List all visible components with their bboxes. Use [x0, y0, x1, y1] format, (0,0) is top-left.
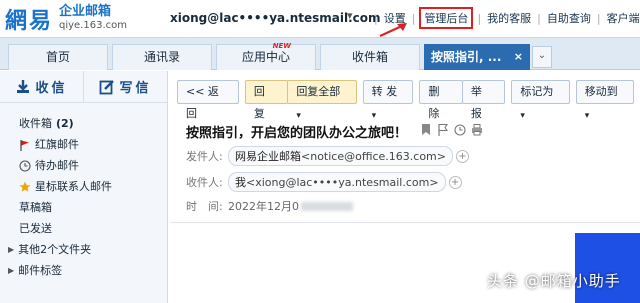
- clock-icon[interactable]: [454, 123, 466, 136]
- top-header: 網易 企业邮箱 qiye.163.com xiong@lac••••ya.nte…: [0, 0, 640, 38]
- reply-all-button[interactable]: 回复全部: [287, 80, 357, 104]
- sidebar: 收信 写信 收件箱 (2) 红旗邮件 待办邮件 星标联系人邮件 草稿箱 已发送 …: [0, 71, 168, 303]
- close-icon[interactable]: ×: [514, 45, 523, 69]
- self-service-link[interactable]: 自助查询: [547, 10, 591, 26]
- move-to-button[interactable]: 移动到: [575, 80, 635, 104]
- client-link[interactable]: 客户端: [607, 10, 640, 26]
- red-arrow-annotation-icon: [379, 23, 407, 37]
- logo-mark: 網易: [5, 8, 54, 34]
- sender-address: <notice@office.163.com>: [301, 150, 446, 163]
- watermark: 头条 @邮箱小助手: [487, 272, 621, 290]
- delete-button[interactable]: 删 除: [419, 80, 463, 120]
- folder-sent[interactable]: 已发送: [0, 218, 167, 239]
- folder-drafts[interactable]: 草稿箱: [0, 197, 167, 218]
- folder-red-flag[interactable]: 红旗邮件: [0, 134, 167, 155]
- sender-label: 发件人:: [186, 150, 223, 163]
- bookmark-icon[interactable]: [420, 123, 432, 136]
- folder-label: 星标联系人邮件: [35, 180, 112, 193]
- sender-row: 发件人: 网易企业邮箱<notice@office.163.com> +: [186, 146, 469, 166]
- sender-chip[interactable]: 网易企业邮箱<notice@office.163.com>: [228, 146, 453, 166]
- tab-current-mail[interactable]: 按照指引, ... ×: [424, 44, 530, 70]
- separator: |: [411, 11, 416, 25]
- subject-actions: [420, 123, 483, 136]
- add-contact-plus-icon[interactable]: +: [455, 149, 469, 163]
- time-label: 时 间:: [186, 200, 223, 213]
- write-mail-label: 写信: [119, 81, 152, 96]
- mark-as-button[interactable]: 标记为: [511, 80, 570, 104]
- folder-label: 邮件标签: [18, 264, 63, 277]
- red-flag-icon: [20, 139, 29, 151]
- receive-mail-label: 收信: [35, 81, 68, 96]
- tab-bar: 首页 通讯录 应用中心 NEW 收件箱 按照指引, ... × ⌄: [0, 38, 640, 70]
- write-mail-button[interactable]: 写信: [83, 71, 167, 102]
- logo-title: 企业邮箱: [59, 4, 112, 19]
- expand-triangle-icon[interactable]: ▶: [8, 260, 14, 281]
- compose-row: 收信 写信: [0, 71, 167, 103]
- folder-label: 待办邮件: [35, 159, 79, 172]
- flag-icon[interactable]: [437, 123, 449, 136]
- separator: |: [537, 11, 541, 25]
- folder-label: 收件箱: [19, 117, 52, 130]
- pencil-icon: [100, 79, 115, 94]
- expand-triangle-icon[interactable]: ▶: [8, 239, 14, 260]
- tab-label: 首页: [45, 50, 70, 64]
- tab-app-center[interactable]: 应用中心 NEW: [216, 42, 316, 70]
- customer-service-link[interactable]: 我的客服: [487, 10, 531, 26]
- unread-count: (2): [56, 117, 74, 130]
- recipient-label: 收件人:: [186, 176, 223, 189]
- receive-mail-button[interactable]: 收信: [0, 71, 83, 102]
- mail-subject: 按照指引，开启您的团队办公之旅吧！: [186, 126, 408, 141]
- admin-console-link[interactable]: 管理后台: [419, 7, 474, 29]
- recipient-row: 收件人: 我<xiong@lac••••ya.ntesmail.com> +: [186, 172, 462, 192]
- tab-label: 按照指引, ...: [431, 50, 502, 64]
- tab-home[interactable]: 首页: [8, 44, 108, 70]
- forward-button[interactable]: 转 发: [362, 80, 414, 104]
- folder-label: 已发送: [19, 222, 52, 235]
- logo-subtitle: qiye.163.com: [59, 20, 128, 31]
- back-button[interactable]: << 返回: [177, 80, 239, 120]
- new-badge: NEW: [272, 42, 291, 50]
- recipient-address: <xiong@lac••••ya.ntesmail.com>: [246, 176, 439, 189]
- folder-starred[interactable]: 星标联系人邮件: [0, 176, 167, 197]
- separator: |: [477, 11, 482, 25]
- folder-mail-tags[interactable]: ▶ 邮件标签: [0, 260, 167, 281]
- time-value: 2022年12月0: [228, 200, 299, 213]
- star-icon: [19, 181, 31, 192]
- tab-more-chevron-icon[interactable]: ⌄: [532, 46, 552, 68]
- blue-content-block: [575, 233, 640, 303]
- reply-button[interactable]: 回 复: [244, 80, 289, 120]
- content-divider: [170, 222, 640, 223]
- clock-icon: [19, 159, 31, 172]
- time-row: 时 间: 2022年12月0: [186, 198, 353, 214]
- report-button[interactable]: 举 报: [461, 80, 506, 120]
- netease-logo[interactable]: 網易 企业邮箱 qiye.163.com: [5, 3, 127, 35]
- tab-label: 收件箱: [351, 50, 388, 64]
- tab-contacts[interactable]: 通讯录: [112, 44, 212, 70]
- separator: |: [596, 11, 601, 25]
- folder-other-folders[interactable]: ▶ 其他2个文件夹: [0, 239, 167, 260]
- recipient-name: 我: [235, 176, 246, 189]
- folder-label: 草稿箱: [19, 201, 52, 214]
- mail-toolbar: << 返回 回 复 回复全部 转 发 删 除 举 报 标记为 移动到: [177, 80, 640, 120]
- account-dropdown-icon[interactable]: ▾: [347, 9, 353, 22]
- recipient-chip[interactable]: 我<xiong@lac••••ya.ntesmail.com>: [228, 172, 446, 192]
- tab-label: 通讯录: [143, 50, 180, 64]
- folder-label: 红旗邮件: [35, 138, 79, 151]
- print-icon[interactable]: [471, 123, 483, 136]
- download-arrow-icon: [17, 79, 30, 93]
- folder-label: 其他2个文件夹: [18, 243, 92, 256]
- tab-label: 应用中心: [241, 50, 290, 64]
- folder-todo[interactable]: 待办邮件: [0, 155, 167, 176]
- redacted-blur: [301, 201, 353, 211]
- sender-name: 网易企业邮箱: [235, 150, 301, 163]
- tab-inbox[interactable]: 收件箱: [320, 44, 420, 70]
- folder-inbox[interactable]: 收件箱 (2): [0, 113, 167, 134]
- add-contact-plus-icon[interactable]: +: [448, 175, 462, 189]
